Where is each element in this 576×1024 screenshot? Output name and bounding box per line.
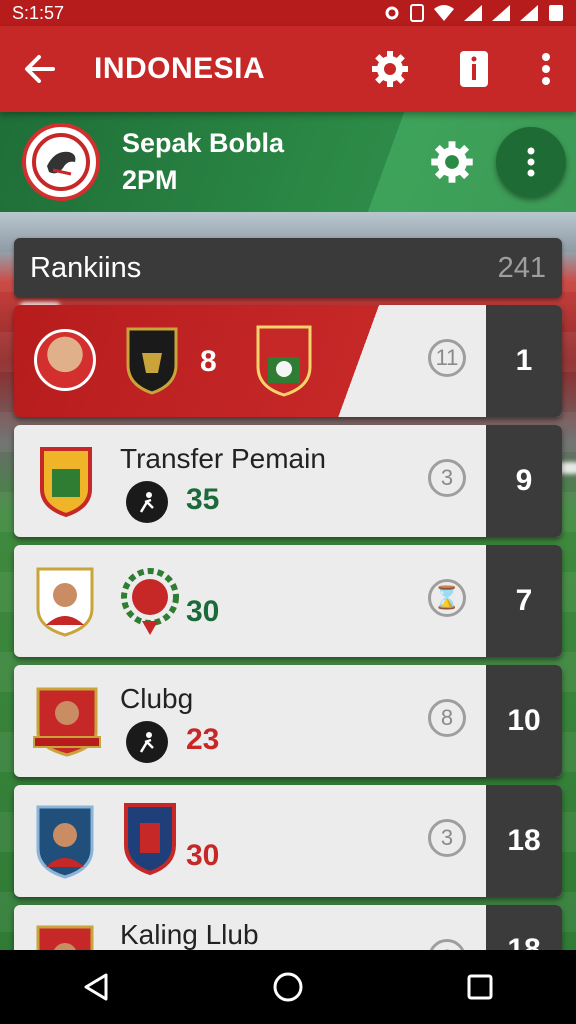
team-settings-button[interactable] [422,132,482,192]
status-time: S:1:57 [12,2,65,23]
rankings-label: Rankiins [30,251,142,284]
club-crest-icon [121,568,179,635]
rank-number: 9 [486,425,562,537]
rank-number: 1 [486,305,562,417]
circle-home-icon [273,972,303,1002]
ranking-card[interactable]: 30 3 18 [14,785,562,897]
rank-number: 7 [486,545,562,657]
more-vert-icon [542,53,550,85]
rank-change-badge: 11 [428,339,466,377]
rank-change-badge: ⌛ [428,579,466,617]
rankings-count: 241 [497,251,546,284]
sim-icon [410,4,424,22]
nav-back-button[interactable] [56,950,136,1024]
rank-number: 10 [486,665,562,777]
nav-recents-button[interactable] [440,950,520,1024]
club-crest-icon [32,133,90,191]
player-portrait-icon [36,567,94,637]
gear-icon [431,141,473,183]
wifi-icon [434,5,454,21]
rank-change-badge: 3 [428,459,466,497]
battery-icon [549,5,563,21]
app-bar: INDONESIA [0,26,576,112]
triangle-back-icon [84,973,108,1001]
square-recents-icon [467,974,493,1000]
arrow-left-icon [25,55,55,83]
system-nav-bar [0,950,576,1024]
page-title: INDONESIA [94,52,266,85]
team-more-button[interactable] [496,127,566,197]
signal-icon-2 [492,5,510,21]
team-name: Sepak Bobla [122,128,285,158]
club-crest-icon [124,803,176,876]
team-followers: 2PM [122,165,178,195]
more-options-button[interactable] [516,26,576,112]
ranking-card[interactable]: Clubg 23 8 10 [14,665,562,777]
ranking-card[interactable]: 8 11 1 [14,305,562,417]
rank-change-badge: 8 [428,699,466,737]
card-value: 8 [200,345,217,378]
card-value: 23 [186,723,220,756]
player-portrait-icon [36,805,94,879]
card-title: Clubg [120,683,194,714]
card-value: 30 [186,595,220,628]
info-button[interactable] [432,26,516,112]
signal-icon-3 [520,5,538,21]
player-avatar [34,329,96,391]
card-value: 35 [186,483,220,516]
signal-icon [464,5,482,21]
club-crest-icon [256,325,312,397]
card-title: Kaling Llub [120,919,259,950]
team-logo[interactable] [22,123,100,201]
running-player-icon [139,492,154,513]
club-crest-icon [126,327,178,395]
info-icon [460,51,488,87]
player-stat-icon [126,481,168,523]
gear-icon [372,51,408,87]
player-portrait-icon [33,687,101,757]
ranking-card[interactable]: 30 ⌛ 7 [14,545,562,657]
ranking-card[interactable]: Transfer Pemain 35 3 9 [14,425,562,537]
card-value: 30 [186,839,220,872]
club-crest-icon [40,447,92,517]
rank-change-badge: 3 [428,819,466,857]
card-title: Transfer Pemain [120,443,326,474]
status-bar: S:1:57 [0,0,576,26]
team-header: Sepak Bobla 2PM [0,112,576,212]
settings-button[interactable] [348,26,432,112]
more-vert-icon [527,147,535,177]
rank-number: 18 [486,785,562,897]
settings-status-icon [385,6,399,20]
back-button[interactable] [0,26,80,112]
nav-home-button[interactable] [248,950,328,1024]
rankings-header[interactable]: Rankiins 241 [14,238,562,298]
player-stat-icon [126,721,168,763]
running-player-icon [139,732,154,753]
